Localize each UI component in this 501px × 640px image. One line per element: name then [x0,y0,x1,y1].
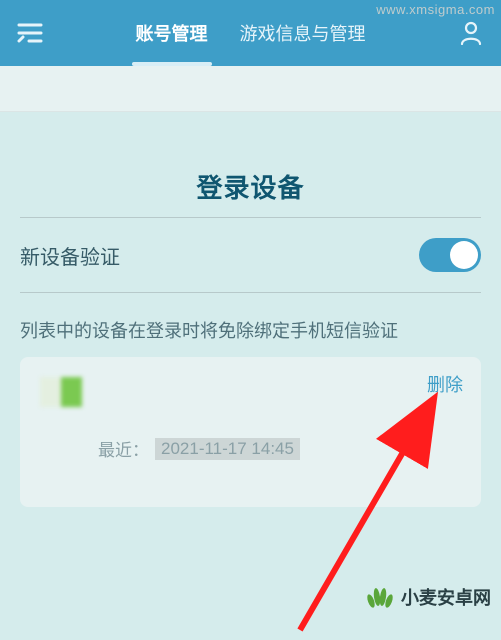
tab-label: 账号管理 [136,20,208,46]
menu-button[interactable] [8,11,52,55]
sub-header-bar [0,66,501,112]
device-card: 删除 最近： 2021-11-17 14:45 [20,357,481,507]
recent-datetime: 2021-11-17 14:45 [155,438,300,460]
brand-badge: 小麦安卓网 [363,581,491,613]
device-icon [40,377,82,407]
toggle-knob [450,241,478,269]
menu-icon [17,23,43,43]
recent-prefix: 最近： [98,436,149,461]
new-device-verify-label: 新设备验证 [20,241,120,270]
page-title: 登录设备 [0,168,501,205]
watermark-url: www.xmsigma.com [376,2,495,17]
tab-game-info-manage[interactable]: 游戏信息与管理 [236,0,370,66]
new-device-verify-row: 新设备验证 [0,218,501,292]
brand-text: 小麦安卓网 [401,584,491,610]
tab-account-manage[interactable]: 账号管理 [132,0,212,66]
tab-label: 游戏信息与管理 [240,20,366,46]
person-icon [460,21,482,45]
new-device-verify-toggle[interactable] [419,238,481,272]
profile-button[interactable] [449,11,493,55]
brand-logo-icon [363,581,395,613]
delete-device-button[interactable]: 删除 [427,371,463,397]
device-recent-meta: 最近： 2021-11-17 14:45 [98,436,461,461]
help-text: 列表中的设备在登录时将免除绑定手机短信验证 [0,293,501,357]
